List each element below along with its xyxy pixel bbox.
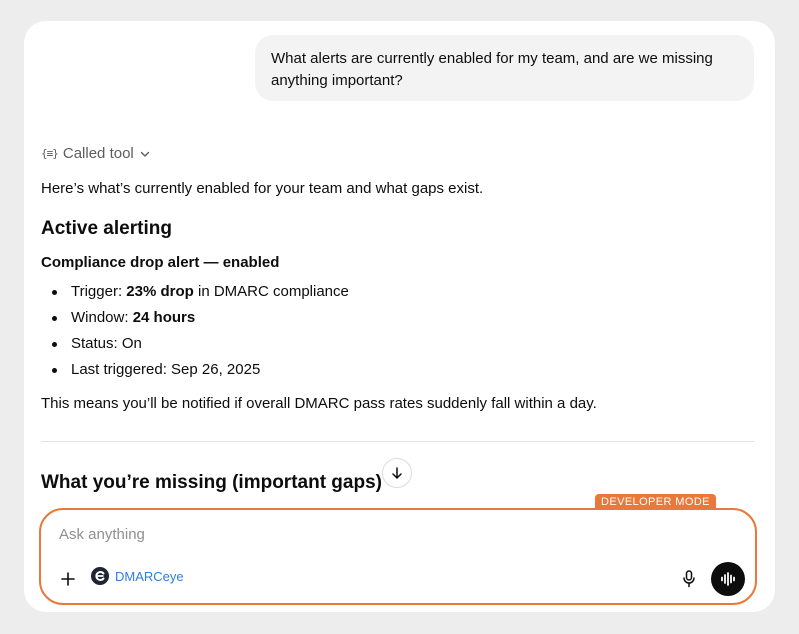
chevron-down-icon: [140, 151, 149, 157]
list-item: Trigger: 23% drop in DMARC compliance: [41, 279, 349, 305]
arrow-down-icon: [392, 467, 402, 479]
section-heading-missing-gaps: What you’re missing (important gaps): [41, 472, 382, 493]
response-summary: This means you’ll be notified if overall…: [41, 395, 597, 412]
response-intro: Here’s what’s currently enabled for your…: [41, 180, 484, 197]
called-tool-toggle[interactable]: {≡} Called tool: [41, 145, 151, 162]
user-message-bubble: What alerts are currently enabled for my…: [255, 35, 754, 101]
connector-chip-dmarceye[interactable]: DMARCeye: [91, 567, 184, 585]
message-composer: DMARCeye: [39, 508, 757, 605]
called-tool-label: Called tool: [62, 145, 134, 162]
scroll-to-bottom-button[interactable]: [382, 458, 412, 488]
microphone-icon: [683, 570, 695, 588]
section-divider: [41, 441, 754, 442]
add-attachment-button[interactable]: [57, 568, 79, 590]
list-item: Window: 24 hours: [41, 305, 349, 331]
section-heading-active-alerting: Active alerting: [41, 218, 172, 239]
alert-title: Compliance drop alert — enabled: [41, 254, 280, 271]
voice-waveform-icon: [721, 572, 735, 586]
chat-panel: What alerts are currently enabled for my…: [24, 21, 775, 612]
voice-mode-button[interactable]: [711, 562, 745, 596]
list-item: Status: On: [41, 331, 349, 357]
plus-icon: [61, 572, 75, 586]
user-message-text: What alerts are currently enabled for my…: [271, 50, 713, 89]
connector-label: DMARCeye: [115, 568, 184, 584]
braces-list-icon: {≡}: [41, 147, 59, 160]
dmarceye-logo-icon: [91, 567, 109, 585]
message-input[interactable]: [59, 526, 659, 543]
list-item: Last triggered: Sep 26, 2025: [41, 357, 349, 383]
alert-details-list: Trigger: 23% drop in DMARC compliance Wi…: [41, 279, 349, 383]
dictate-button[interactable]: [679, 569, 699, 589]
